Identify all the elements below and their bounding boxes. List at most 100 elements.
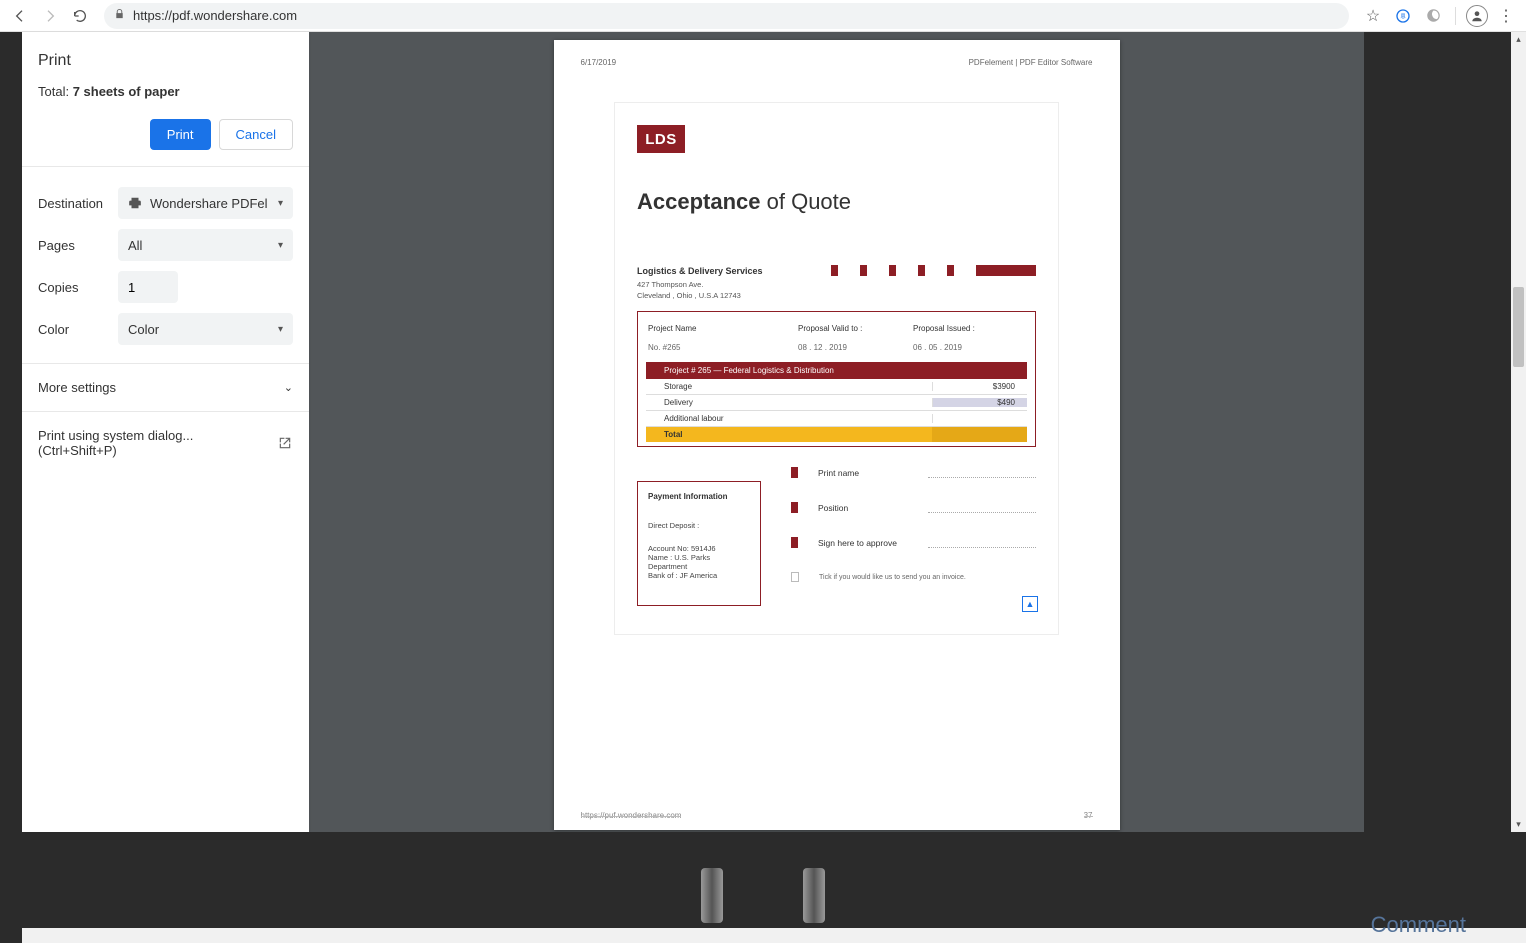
item-amount: $3900 <box>932 382 1027 391</box>
scroll-to-top-button[interactable]: ▲ <box>1022 596 1038 612</box>
profile-avatar[interactable] <box>1466 5 1488 27</box>
print-name-row: Print name <box>791 467 1036 478</box>
toolbar-divider <box>1455 7 1456 25</box>
footer-page-no: 37 <box>1084 811 1093 820</box>
direct-deposit-label: Direct Deposit : <box>648 521 750 530</box>
item-amount <box>932 414 1027 423</box>
square-icon <box>791 502 798 513</box>
signature-line <box>928 468 1036 478</box>
payment-info-box: Payment Information Direct Deposit : Acc… <box>637 481 761 606</box>
print-button[interactable]: Print <box>150 119 211 150</box>
print-buttons: Print Cancel <box>38 119 293 150</box>
document-body: LDS Acceptance of Quote Logistics & Deli… <box>614 102 1059 635</box>
monitor-stand-decoration <box>701 868 825 923</box>
quote-columns-values: No. #265 08 . 12 . 2019 06 . 05 . 2019 <box>646 335 1027 362</box>
table-row: Storage $3900 <box>646 379 1027 395</box>
scrollbar-thumb[interactable] <box>1513 287 1524 367</box>
checkbox-icon <box>791 572 799 582</box>
total-row: Total <box>646 427 1027 442</box>
document-title-bold: Acceptance <box>637 189 761 214</box>
stand-leg <box>701 868 723 923</box>
lock-icon <box>114 8 125 23</box>
position-row: Position <box>791 502 1036 513</box>
color-row: Color Color ▾ <box>38 313 293 345</box>
square-icon <box>791 537 798 548</box>
printer-icon <box>128 196 142 210</box>
item-label: Storage <box>664 382 932 391</box>
nav-forward-button[interactable] <box>38 4 62 28</box>
nav-back-button[interactable] <box>8 4 32 28</box>
arrow-left-icon <box>12 8 28 24</box>
extension-2-icon[interactable] <box>1421 4 1445 28</box>
val-project-no: No. #265 <box>648 343 798 352</box>
color-label: Color <box>38 322 118 337</box>
bookmark-star-icon[interactable]: ☆ <box>1361 6 1385 26</box>
print-title: Print <box>38 52 293 70</box>
scrollbar-down-button[interactable]: ▾ <box>1511 817 1526 832</box>
table-row: Additional labour <box>646 411 1027 427</box>
comment-watermark: Comment <box>1371 912 1466 938</box>
square-icon <box>918 265 925 276</box>
print-total: Total: 7 sheets of paper <box>38 84 293 99</box>
item-label: Delivery <box>664 398 932 407</box>
page-header-product: PDFelement | PDF Editor Software <box>969 58 1093 67</box>
preview-scrollbar[interactable]: ▴ ▾ <box>1511 32 1526 832</box>
print-preview-viewport[interactable]: 6/17/2019 PDFelement | PDF Editor Softwa… <box>309 32 1364 832</box>
print-total-value: 7 sheets of paper <box>73 84 180 99</box>
user-icon <box>1470 9 1484 23</box>
url-bar[interactable]: https://pdf.wondershare.com <box>104 3 1349 29</box>
square-icon <box>831 265 838 276</box>
bottom-grid: Payment Information Direct Deposit : Acc… <box>637 467 1036 606</box>
sign-here-row: Sign here to approve <box>791 537 1036 548</box>
main-area: Comment Print Total: 7 sheets of paper P… <box>0 32 1526 943</box>
cancel-button[interactable]: Cancel <box>219 119 293 150</box>
copies-input[interactable] <box>118 271 178 303</box>
copies-row: Copies <box>38 271 293 303</box>
stand-leg <box>803 868 825 923</box>
browser-menu-button[interactable]: ⋮ <box>1494 6 1518 26</box>
document-title: Acceptance of Quote <box>637 189 1036 215</box>
payment-bank: Bank of : JF America <box>648 571 750 580</box>
signature-line <box>928 503 1036 513</box>
system-dialog-label: Print using system dialog... (Ctrl+Shift… <box>38 428 268 458</box>
color-select[interactable]: Color ▾ <box>118 313 293 345</box>
invoice-tick-label: Tick if you would like us to send you an… <box>819 574 966 581</box>
square-icon <box>889 265 896 276</box>
nav-reload-button[interactable] <box>68 4 92 28</box>
total-label: Total <box>664 430 932 439</box>
more-settings-toggle[interactable]: More settings ⌄ <box>22 364 309 412</box>
pages-row: Pages All ▾ <box>38 229 293 261</box>
destination-value: Wondershare PDFel <box>150 196 268 211</box>
payment-header: Payment Information <box>648 492 750 501</box>
svg-text:恩: 恩 <box>1400 13 1406 20</box>
pages-select[interactable]: All ▾ <box>118 229 293 261</box>
signature-line <box>928 538 1036 548</box>
destination-row: Destination Wondershare PDFel ▾ <box>38 187 293 219</box>
chevron-down-icon: ⌄ <box>284 381 293 394</box>
print-total-prefix: Total: <box>38 84 73 99</box>
payment-account: Account No: 5914J6 <box>648 544 750 553</box>
chevron-down-icon: ▾ <box>278 198 283 209</box>
decorative-squares <box>831 265 1036 276</box>
address-line-2: Cleveland , Ohio , U.S.A 12743 <box>637 291 1036 302</box>
destination-select[interactable]: Wondershare PDFel ▾ <box>118 187 293 219</box>
table-row: Delivery $490 <box>646 395 1027 411</box>
line-items-table: Project # 265 — Federal Logistics & Dist… <box>646 362 1027 442</box>
square-icon <box>947 265 954 276</box>
reload-icon <box>72 8 88 24</box>
system-dialog-link[interactable]: Print using system dialog... (Ctrl+Shift… <box>22 412 309 474</box>
horizontal-scrollbar[interactable] <box>22 928 1526 943</box>
lds-logo: LDS <box>637 125 685 153</box>
quote-columns-header: Project Name Proposal Valid to : Proposa… <box>646 320 1027 335</box>
external-link-icon <box>278 435 293 451</box>
doc-subhead-row: Logistics & Delivery Services <box>637 265 1036 276</box>
scrollbar-up-button[interactable]: ▴ <box>1511 32 1526 47</box>
print-dialog-sidebar: Print Total: 7 sheets of paper Print Can… <box>22 32 309 832</box>
item-label: Additional labour <box>664 414 932 423</box>
destination-label: Destination <box>38 196 118 211</box>
scrollbar-track[interactable] <box>1511 47 1526 817</box>
copies-label: Copies <box>38 280 118 295</box>
extension-1-icon[interactable]: 恩 <box>1391 4 1415 28</box>
url-text: https://pdf.wondershare.com <box>133 8 297 23</box>
chevron-down-icon: ▾ <box>278 324 283 335</box>
